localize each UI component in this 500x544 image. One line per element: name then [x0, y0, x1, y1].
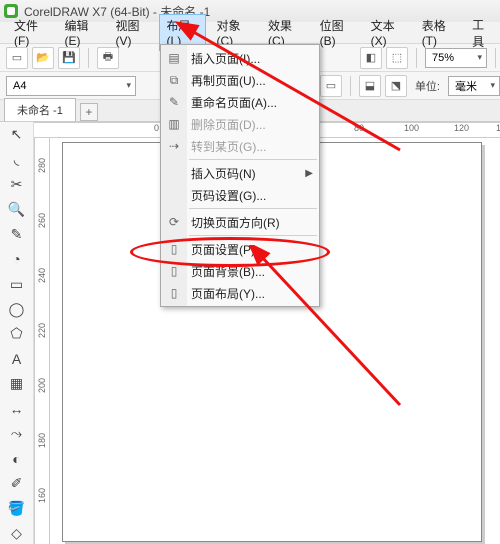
- text-tool-icon[interactable]: A: [5, 348, 29, 369]
- menu-separator: [189, 208, 317, 209]
- page-dup-icon: ⧉: [166, 72, 182, 88]
- page-rename-icon: ✎: [166, 94, 182, 110]
- menu-page-background[interactable]: ▯ 页面背景(B)...: [161, 260, 319, 282]
- menu-goto-page: ⇢ 转到某页(G)...: [161, 135, 319, 157]
- menu-item-label: 页码设置(G)...: [191, 187, 266, 204]
- zoom-tool-icon[interactable]: 🔍: [5, 199, 29, 220]
- menu-item-label: 页面设置(P)...: [191, 241, 265, 258]
- ruler-tick: 260: [37, 213, 47, 228]
- menu-rename-page[interactable]: ✎ 重命名页面(A)...: [161, 91, 319, 113]
- menu-item-label: 删除页面(D)...: [191, 116, 266, 133]
- rectangle-tool-icon[interactable]: ▭: [5, 274, 29, 295]
- menu-insert-number[interactable]: 插入页码(N) ▶: [161, 162, 319, 184]
- orient-icon: ⟳: [166, 214, 182, 230]
- paper-size-select[interactable]: A4: [6, 76, 136, 96]
- page-add-icon: ▤: [166, 50, 182, 66]
- menu-edit[interactable]: 编辑(E): [56, 14, 105, 51]
- app-logo-icon: [4, 4, 18, 18]
- menu-switch-orient[interactable]: ⟳ 切换页面方向(R): [161, 211, 319, 233]
- tool-icon[interactable]: ⬔: [385, 75, 407, 97]
- menu-item-label: 页面布局(Y)...: [191, 285, 265, 302]
- separator: [350, 76, 351, 96]
- tool-icon[interactable]: ◧: [360, 47, 382, 69]
- ruler-tick: 80: [354, 123, 364, 133]
- menu-item-label: 插入页码(N): [191, 165, 256, 182]
- menu-page-layout[interactable]: ▯ 页面布局(Y)...: [161, 282, 319, 304]
- menu-item-label: 页面背景(B)...: [191, 263, 265, 280]
- page-bg-icon: ▯: [166, 263, 182, 279]
- menu-delete-page: ▥ 删除页面(D)...: [161, 113, 319, 135]
- menu-number-settings[interactable]: 页码设置(G)...: [161, 184, 319, 206]
- save-button[interactable]: 💾: [58, 47, 80, 69]
- ruler-tick: 1: [496, 123, 500, 133]
- outline-tool-icon[interactable]: ◇: [5, 523, 29, 544]
- menu-table[interactable]: 表格(T): [414, 14, 462, 51]
- menu-item-label: 重命名页面(A)...: [191, 94, 277, 111]
- connector-tool-icon[interactable]: ⤳: [5, 423, 29, 444]
- menu-item-label: 插入页面(I)...: [191, 50, 260, 67]
- menu-item-label: 再制页面(U)...: [191, 72, 266, 89]
- page-layout-icon: ▯: [166, 285, 182, 301]
- ruler-tick: 120: [454, 123, 469, 133]
- units-label: 单位:: [415, 78, 440, 94]
- paper-size-value: A4: [13, 80, 26, 92]
- landscape-button[interactable]: ▭: [320, 75, 342, 97]
- zoom-select[interactable]: 75%: [425, 48, 487, 68]
- menu-separator: [189, 235, 317, 236]
- separator: [495, 48, 496, 68]
- ruler-tick: 160: [37, 488, 47, 503]
- menu-separator: [189, 159, 317, 160]
- units-select[interactable]: 毫米: [448, 76, 500, 96]
- menu-insert-page[interactable]: ▤ 插入页面(I)...: [161, 47, 319, 69]
- tool-icon[interactable]: ⬓: [359, 75, 381, 97]
- ruler-tick: 100: [404, 123, 419, 133]
- ellipse-tool-icon[interactable]: ◯: [5, 299, 29, 320]
- ruler-tick: 180: [37, 433, 47, 448]
- add-tab-button[interactable]: +: [80, 103, 98, 121]
- smart-fill-icon[interactable]: ◔: [5, 249, 29, 270]
- document-tab[interactable]: 未命名 -1: [4, 98, 76, 121]
- menu-view[interactable]: 视图(V): [108, 14, 157, 51]
- menu-item-label: 转到某页(G)...: [191, 138, 266, 155]
- separator: [88, 48, 89, 68]
- menu-page-setup[interactable]: ▯ 页面设置(P)...: [161, 238, 319, 260]
- ruler-tick: 280: [37, 158, 47, 173]
- tool-icon[interactable]: ⬚: [386, 47, 408, 69]
- freehand-tool-icon[interactable]: ✎: [5, 224, 29, 245]
- table-tool-icon[interactable]: ▦: [5, 373, 29, 394]
- menu-text[interactable]: 文本(X): [363, 14, 412, 51]
- new-button[interactable]: ▭: [6, 47, 28, 69]
- eyedropper-tool-icon[interactable]: ✐: [5, 473, 29, 494]
- shape-tool-icon[interactable]: ◟: [5, 149, 29, 170]
- crop-tool-icon[interactable]: ✂: [5, 174, 29, 195]
- open-button[interactable]: 📂: [32, 47, 54, 69]
- layout-dropdown: ▤ 插入页面(I)... ⧉ 再制页面(U)... ✎ 重命名页面(A)... ▥ 删除…: [160, 44, 320, 307]
- ruler-tick: 240: [37, 268, 47, 283]
- menu-duplicate-page[interactable]: ⧉ 再制页面(U)...: [161, 69, 319, 91]
- ruler-tick: 200: [37, 378, 47, 393]
- menu-file[interactable]: 文件(F): [6, 14, 54, 51]
- polygon-tool-icon[interactable]: ⬠: [5, 324, 29, 345]
- menu-tools[interactable]: 工具: [464, 13, 500, 53]
- ruler-tick: 0: [154, 123, 159, 133]
- units-value: 毫米: [455, 78, 477, 94]
- page-goto-icon: ⇢: [166, 138, 182, 154]
- page-icon: ▯: [166, 241, 182, 257]
- toolbox: ↖ ◟ ✂ 🔍 ✎ ◔ ▭ ◯ ⬠ A ▦ ↔ ⤳ ◐ ✐ 🪣 ◇: [0, 122, 34, 544]
- pick-tool-icon[interactable]: ↖: [5, 124, 29, 145]
- separator: [416, 48, 417, 68]
- page-delete-icon: ▥: [166, 116, 182, 132]
- submenu-arrow-icon: ▶: [305, 168, 313, 179]
- menu-bar: 文件(F) 编辑(E) 视图(V) 布局(L) 对象(C) 效果(C) 位图(B…: [0, 22, 500, 44]
- dimension-tool-icon[interactable]: ↔: [5, 398, 29, 419]
- ruler-tick: 220: [37, 323, 47, 338]
- print-button[interactable]: 🖶: [97, 47, 119, 69]
- menu-item-label: 切换页面方向(R): [191, 214, 280, 231]
- vertical-ruler: 280 260 240 220 200 180 160: [34, 138, 50, 544]
- effects-tool-icon[interactable]: ◐: [5, 448, 29, 469]
- zoom-value: 75%: [432, 52, 454, 64]
- fill-tool-icon[interactable]: 🪣: [5, 498, 29, 519]
